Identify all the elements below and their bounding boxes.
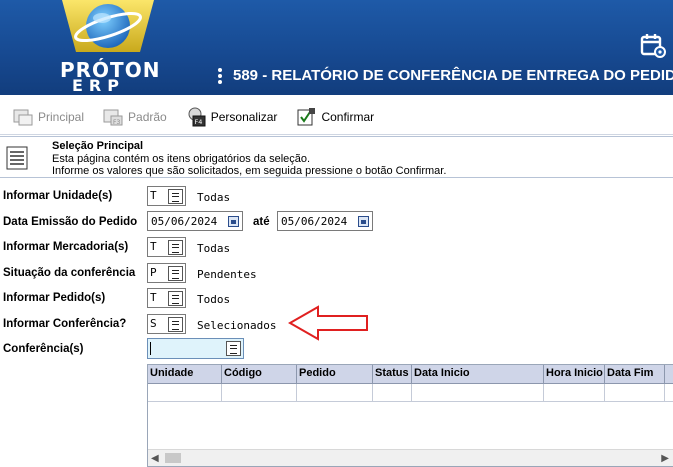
col-status[interactable]: Status [373, 365, 412, 384]
pedido-label: Informar Pedido(s) [3, 292, 106, 304]
col-data-fim[interactable]: Data Fim [605, 365, 665, 384]
padrao-icon: F3 [103, 109, 123, 126]
proton-logo: PRÓTON ERP [52, 0, 162, 95]
data-emissao-to-field[interactable]: 05/06/2024 [277, 211, 373, 231]
calendar-icon[interactable] [228, 216, 239, 227]
mercadoria-lookup-icon[interactable] [168, 240, 183, 255]
situacao-label: Situação da conferência [3, 267, 136, 279]
app-header: PRÓTON ERP 589 - RELATÓRIO DE CONFERÊNCI… [0, 0, 673, 95]
conferencia-lookup-icon[interactable] [168, 317, 183, 332]
data-emissao-to-value: 05/06/2024 [281, 215, 348, 228]
mercadoria-label: Informar Mercadoria(s) [3, 241, 129, 253]
document-list-icon [6, 146, 28, 170]
principal-label: Principal [38, 110, 85, 124]
scroll-right-icon[interactable]: ▶ [661, 453, 669, 464]
confirmar-label: Confirmar [321, 110, 375, 124]
page-title: 589 - RELATÓRIO DE CONFERÊNCIA DE ENTREG… [233, 67, 673, 84]
situacao-description: Pendentes [197, 268, 257, 281]
conferencia-field[interactable]: S [147, 314, 186, 334]
data-emissao-from-value: 05/06/2024 [151, 215, 218, 228]
situacao-field[interactable]: P [147, 263, 186, 283]
grid-header: Unidade Código Pedido Status Data Inicio… [148, 365, 673, 384]
situacao-code: P [150, 266, 157, 279]
col-unidade[interactable]: Unidade [148, 365, 222, 384]
pedido-field[interactable]: T [147, 288, 186, 308]
col-hora-inicio[interactable]: Hora Inicio [544, 365, 605, 384]
table-cell[interactable] [373, 384, 412, 402]
col-data-inicio[interactable]: Data Inicio [412, 365, 544, 384]
conferencias-input[interactable] [147, 338, 244, 359]
ate-label: até [253, 216, 270, 228]
table-cell[interactable] [412, 384, 544, 402]
mercadoria-field[interactable]: T [147, 237, 186, 257]
unidade-field[interactable]: T [147, 186, 186, 206]
table-row[interactable] [148, 384, 673, 402]
conferencias-lookup-icon[interactable] [226, 341, 241, 356]
confirmar-icon [297, 108, 316, 126]
mercadoria-description: Todas [197, 242, 231, 255]
info-panel: Seleção Principal Esta página contém os … [0, 136, 673, 178]
menu-dots-icon[interactable] [218, 68, 224, 86]
unidade-description: Todas [197, 191, 231, 204]
conferencias-label: Conferência(s) [3, 343, 84, 355]
principal-icon [13, 109, 33, 126]
info-description-2: Informe os valores que são solicitados, … [52, 165, 447, 177]
toolbar: Principal F3 Padrão F4 Personalizar Conf… [0, 100, 673, 134]
calendar-settings-icon[interactable] [640, 32, 666, 58]
pedido-description: Todos [197, 293, 231, 306]
conferencias-grid[interactable]: Unidade Código Pedido Status Data Inicio… [147, 364, 673, 467]
svg-text:F4: F4 [194, 118, 202, 126]
pedido-lookup-icon[interactable] [168, 291, 183, 306]
situacao-lookup-icon[interactable] [168, 266, 183, 281]
table-cell[interactable] [222, 384, 297, 402]
scroll-thumb[interactable] [165, 453, 181, 463]
confirmar-button[interactable]: Confirmar [295, 107, 374, 127]
red-arrow-annotation-icon [288, 305, 368, 341]
table-cell[interactable] [148, 384, 222, 402]
data-emissao-from-field[interactable]: 05/06/2024 [147, 211, 243, 231]
logo-subtext: ERP [72, 76, 125, 95]
conferencia-code: S [150, 317, 157, 330]
col-codigo[interactable]: Código [222, 365, 297, 384]
personalizar-button[interactable]: F4 Personalizar [185, 107, 278, 127]
padrao-button[interactable]: F3 Padrão [102, 107, 167, 127]
unidade-label: Informar Unidade(s) [3, 190, 113, 202]
globe-logo-icon [62, 0, 154, 52]
conferencia-description: Selecionados [197, 319, 277, 332]
info-description-1: Esta página contém os itens obrigatórios… [52, 153, 311, 165]
calendar-icon[interactable] [358, 216, 369, 227]
data-emissao-label: Data Emissão do Pedido [3, 216, 138, 228]
svg-text:F3: F3 [113, 119, 120, 126]
table-cell[interactable] [544, 384, 605, 402]
pedido-code: T [150, 291, 157, 304]
principal-button[interactable]: Principal [12, 107, 84, 127]
unidade-lookup-icon[interactable] [168, 189, 183, 204]
text-cursor [150, 342, 151, 355]
table-cell[interactable] [605, 384, 665, 402]
conferencia-label: Informar Conferência? [3, 318, 127, 330]
f4-personalizar-icon: F4 [188, 107, 206, 127]
table-cell[interactable] [297, 384, 373, 402]
unidade-code: T [150, 189, 157, 202]
info-title: Seleção Principal [52, 140, 144, 152]
horizontal-scrollbar[interactable]: ◀ ▶ [148, 449, 673, 466]
scroll-left-icon[interactable]: ◀ [151, 453, 159, 464]
personalizar-label: Personalizar [210, 110, 278, 124]
mercadoria-code: T [150, 240, 157, 253]
padrao-label: Padrão [128, 110, 167, 124]
col-pedido[interactable]: Pedido [297, 365, 373, 384]
toolbar-divider [0, 134, 673, 135]
